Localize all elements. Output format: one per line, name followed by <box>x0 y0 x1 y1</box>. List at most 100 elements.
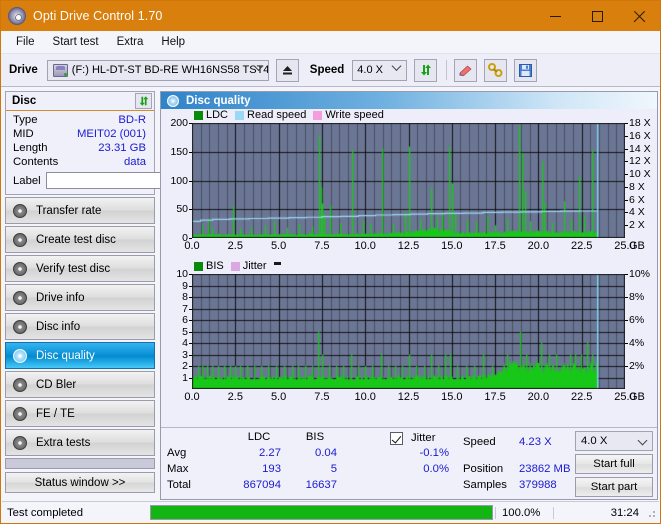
disc-key-contents: Contents <box>13 156 59 168</box>
stats-jitter-max: 0.0% <box>423 463 449 475</box>
erase-button[interactable] <box>454 58 478 82</box>
legend-marker <box>273 261 281 265</box>
sidebar-item-fe-te[interactable]: FE / TE <box>5 400 155 427</box>
status-window-button[interactable]: Status window >> <box>5 472 155 493</box>
menu-start-test[interactable]: Start test <box>44 34 108 50</box>
y2-axis-tick: 12 X <box>629 155 651 168</box>
x-axis-tick: 12.5 <box>397 240 420 252</box>
x-axis-tick: 10.0 <box>354 240 376 252</box>
x-axis-tick: 0.0 <box>184 240 200 252</box>
title-bar: Opti Drive Control 1.70 <box>1 1 660 31</box>
menu-extra[interactable]: Extra <box>108 34 153 50</box>
disc-panel-title: Disc <box>12 95 37 107</box>
start-part-button[interactable]: Start part <box>575 477 653 497</box>
close-button[interactable] <box>618 1 660 31</box>
disc-row-mid: MID MEIT02 (001) <box>6 127 154 141</box>
disc-label-row: Label <box>6 169 247 194</box>
sidebar-item-label: Create test disc <box>36 233 116 246</box>
x-axis-tick: 15.0 <box>441 240 463 252</box>
x-axis-tick: 22.5 <box>570 391 593 403</box>
disc-label-text: Label <box>13 174 41 187</box>
y-axis-tick: 3 <box>182 348 188 361</box>
y2-axis-tickmark <box>625 225 628 227</box>
legend-item-read-speed: Read speed <box>235 109 306 121</box>
stats-panel: LDC BIS Avg Max Total 2.27 193 867094 0.… <box>161 427 657 499</box>
y-axis-tickmark <box>189 331 192 333</box>
y-axis-tickmark <box>189 366 192 367</box>
legend-item-jitter: Jitter <box>230 260 267 272</box>
app-icon <box>8 7 26 25</box>
stats-speed-label: Speed <box>463 436 496 448</box>
x-axis-tick: 15.0 <box>441 391 463 403</box>
y2-axis-tick: 2% <box>629 360 645 372</box>
save-button[interactable] <box>514 58 538 82</box>
legend-label-bis: BIS <box>206 260 224 272</box>
minimize-button[interactable] <box>534 1 576 31</box>
y2-axis-tick: 16 X <box>629 129 651 142</box>
menu-help[interactable]: Help <box>152 34 194 50</box>
sidebar-item-extra-tests[interactable]: Extra tests <box>5 429 155 456</box>
legend-swatch-jitter <box>230 261 240 271</box>
sidebar-item-transfer-rate[interactable]: Transfer rate <box>5 197 155 224</box>
y2-axis-tick: 10% <box>629 268 651 280</box>
sidebar-item-disc-info[interactable]: Disc info <box>5 313 155 340</box>
stats-ldc-total: 867094 <box>243 479 281 491</box>
refresh-button[interactable] <box>414 58 438 82</box>
jitter-checkbox[interactable] <box>390 432 403 445</box>
sidebar-item-label: Extra tests <box>36 436 91 449</box>
y-axis-tickmark <box>189 377 192 379</box>
legend-label-read-speed: Read speed <box>247 109 307 121</box>
speed-label: Speed <box>309 64 345 76</box>
disc-row-type: Type BD-R <box>6 113 154 127</box>
disc-icon <box>13 261 27 276</box>
sidebar-item-drive-info[interactable]: Drive info <box>5 284 155 311</box>
sidebar-item-disc-quality[interactable]: Disc quality <box>5 342 155 369</box>
stats-ldc-avg: 2.27 <box>259 447 281 459</box>
sidebar-item-label: Disc quality <box>36 349 95 362</box>
menu-bar: File Start test Extra Help <box>1 31 660 53</box>
sidebar-item-create-test-disc[interactable]: Create test disc <box>5 226 155 253</box>
menu-file[interactable]: File <box>7 34 44 50</box>
tools-button[interactable] <box>484 58 508 82</box>
y-axis-tick: 150 <box>170 145 188 158</box>
stats-row-avg: Avg <box>167 447 187 459</box>
stats-jitter-avg: -0.1% <box>419 447 449 459</box>
y2-axis-tick: 8 X <box>629 180 645 193</box>
test-speed-select[interactable]: 4.0 X <box>575 431 653 451</box>
y2-axis-tickmark <box>625 199 628 201</box>
sidebar-item-cd-bler[interactable]: CD Bler <box>5 371 155 398</box>
y-axis-tickmark <box>189 274 192 275</box>
disc-icon <box>13 348 27 363</box>
stats-col-ldc: LDC <box>247 431 271 443</box>
ldc-legend: LDC Read speed Write speed <box>194 109 391 121</box>
progress-percent: 100.0% <box>495 506 553 519</box>
sidebar-item-verify-test-disc[interactable]: Verify test disc <box>5 255 155 282</box>
y2-axis-tick: 18 X <box>629 117 651 129</box>
disc-value-type: BD-R <box>118 114 146 126</box>
legend-swatch-bis <box>194 261 203 271</box>
disc-icon <box>13 377 27 392</box>
x-axis-tick: 10.0 <box>354 391 376 403</box>
window-title: Opti Drive Control 1.70 <box>33 9 163 23</box>
y-axis-tick: 2 <box>182 360 188 372</box>
y2-axis-tick: 4 X <box>629 206 645 219</box>
stats-row-total: Total <box>167 479 191 491</box>
drive-select[interactable]: (F:) HL-DT-ST BD-RE WH16NS58 TST4 <box>46 59 269 81</box>
speed-select[interactable]: 4.0 X <box>352 59 408 81</box>
toolbar: Drive (F:) HL-DT-ST BD-RE WH16NS58 TST4 … <box>1 53 660 87</box>
resize-grip[interactable] <box>645 506 657 519</box>
start-full-button[interactable]: Start full <box>575 454 653 474</box>
drive-icon <box>52 63 68 77</box>
stats-bis-total: 16637 <box>305 479 337 491</box>
eject-button[interactable] <box>275 58 299 82</box>
y2-axis-tickmark <box>625 161 628 163</box>
x-axis-tick: 22.5 <box>570 240 593 252</box>
stats-row-max: Max <box>167 463 189 475</box>
disc-icon <box>13 406 27 421</box>
maximize-button[interactable] <box>576 1 618 31</box>
x-axis-unit-label: GB <box>629 391 645 403</box>
disc-refresh-button[interactable] <box>135 93 152 109</box>
y2-axis-tickmark <box>625 297 628 298</box>
drive-select-value: (F:) HL-DT-ST BD-RE WH16NS58 TST4 <box>71 64 268 76</box>
x-axis-tick: 17.5 <box>484 240 506 252</box>
